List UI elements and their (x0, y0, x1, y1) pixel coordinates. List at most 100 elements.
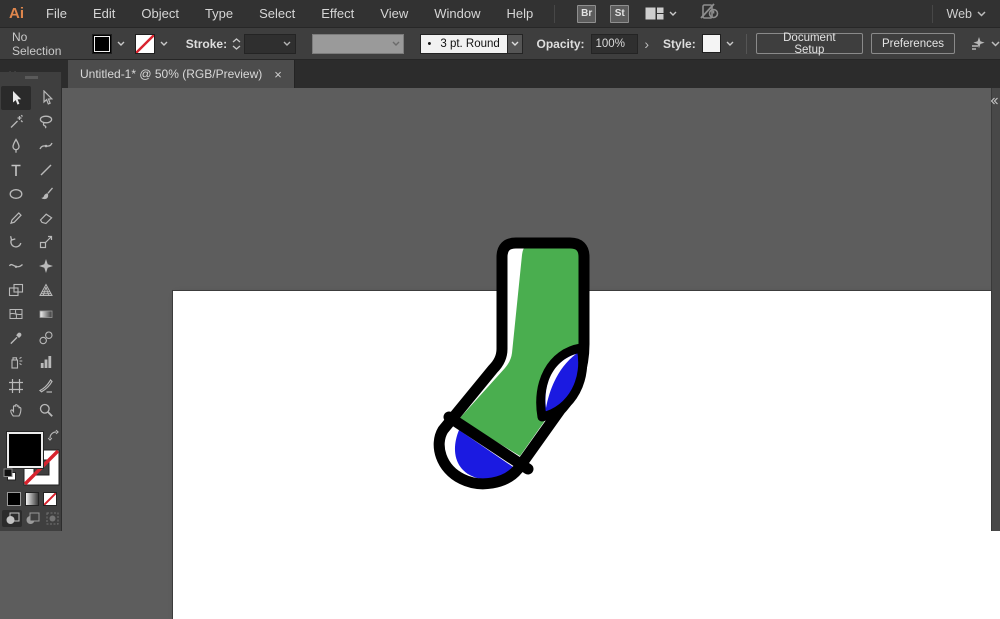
artboard-tool[interactable] (1, 374, 31, 398)
workspace-switcher[interactable]: Web (924, 5, 986, 23)
mesh-tool[interactable] (1, 302, 31, 326)
document-tab-bar: Untitled-1* @ 50% (RGB/Preview) × (0, 60, 1000, 88)
perspective-grid-tool[interactable] (31, 278, 61, 302)
touch-cursor-icon (969, 36, 986, 52)
draw-inside-button[interactable] (42, 510, 62, 527)
document-setup-button[interactable]: Document Setup (756, 33, 863, 54)
chevron-down-icon (991, 41, 1000, 47)
device-preview-icon[interactable] (699, 3, 721, 25)
control-bar: No Selection Stroke: • 3 pt. Round (0, 28, 1000, 60)
magic-wand-tool[interactable] (1, 110, 31, 134)
divider (932, 5, 933, 23)
free-transform-tool[interactable] (31, 254, 61, 278)
shaper-tool[interactable] (1, 206, 31, 230)
chevron-down-icon (117, 41, 125, 46)
illustrator-logo: Ai (9, 5, 24, 22)
menu-effect[interactable]: Effect (308, 0, 367, 28)
paintbrush-tool[interactable] (31, 182, 61, 206)
slice-tool[interactable] (31, 374, 61, 398)
pen-tool[interactable] (1, 134, 31, 158)
hand-tool[interactable] (1, 398, 31, 422)
document-tab-title: Untitled-1* @ 50% (RGB/Preview) (80, 67, 262, 81)
menu-view[interactable]: View (367, 0, 421, 28)
stroke-color-control[interactable] (135, 34, 168, 54)
panel-dock-edge[interactable] (991, 88, 1000, 531)
shape-builder-tool[interactable] (1, 278, 31, 302)
draw-normal-button[interactable] (2, 510, 22, 527)
fill-color-swatch[interactable] (92, 34, 112, 54)
tools-panel (0, 72, 62, 531)
direct-selection-tool[interactable] (31, 86, 61, 110)
width-tool[interactable] (1, 254, 31, 278)
gradient-tool[interactable] (31, 302, 61, 326)
draw-behind-button[interactable] (22, 510, 42, 527)
touch-cursor-control[interactable] (969, 36, 1000, 52)
ellipse-tool[interactable] (1, 182, 31, 206)
symbol-sprayer-tool[interactable] (1, 350, 31, 374)
menu-help[interactable]: Help (493, 0, 546, 28)
arrange-documents-button[interactable] (645, 7, 677, 20)
column-graph-tool[interactable] (31, 350, 61, 374)
menu-edit[interactable]: Edit (80, 0, 128, 28)
none-mode-button[interactable] (43, 492, 57, 506)
default-fill-stroke-icon[interactable] (3, 468, 17, 486)
opacity-label: Opacity: (537, 37, 585, 51)
sock-artwork[interactable] (425, 230, 605, 495)
style-label: Style: (663, 37, 696, 51)
opacity-panel-arrow[interactable]: › (644, 36, 649, 52)
stroke-weight-label: Stroke: (186, 37, 227, 51)
selection-status: No Selection (12, 30, 80, 58)
preferences-button[interactable]: Preferences (871, 33, 955, 54)
fill-swatch[interactable] (7, 432, 43, 468)
menu-window[interactable]: Window (421, 0, 493, 28)
stroke-color-swatch[interactable] (135, 34, 155, 54)
brush-bullet: • (428, 38, 432, 50)
stroke-weight-select[interactable] (244, 34, 296, 54)
variable-width-profile-select[interactable] (312, 34, 404, 54)
opacity-input[interactable]: 100% (591, 34, 639, 54)
gradient-mode-button[interactable] (25, 492, 39, 506)
menu-select[interactable]: Select (246, 0, 308, 28)
eyedropper-tool[interactable] (1, 326, 31, 350)
menu-bar: Ai File Edit Object Type Select Effect V… (0, 0, 1000, 28)
menu-file[interactable]: File (33, 0, 80, 28)
divider (746, 34, 747, 54)
color-mode-button[interactable] (7, 492, 21, 506)
graphic-style-swatch[interactable] (702, 34, 721, 53)
workspace-label: Web (947, 7, 972, 21)
bridge-button[interactable]: Br (577, 5, 596, 23)
stroke-weight-stepper[interactable] (232, 38, 241, 50)
draw-modes (2, 510, 62, 527)
eraser-tool[interactable] (31, 206, 61, 230)
document-tab[interactable]: Untitled-1* @ 50% (RGB/Preview) × (68, 60, 295, 88)
rotate-tool[interactable] (1, 230, 31, 254)
menu-type[interactable]: Type (192, 0, 246, 28)
swap-fill-stroke-icon[interactable] (47, 429, 60, 447)
chevron-down-icon (977, 11, 986, 17)
scale-tool[interactable] (31, 230, 61, 254)
type-tool[interactable] (1, 158, 31, 182)
selection-tool[interactable] (1, 86, 31, 110)
dock-expand-icon[interactable] (991, 92, 999, 110)
chevron-down-icon (669, 11, 677, 16)
arrange-documents-icon (645, 7, 664, 20)
divider (554, 5, 555, 23)
curvature-tool[interactable] (31, 134, 61, 158)
brush-definition-select[interactable]: • 3 pt. Round (420, 34, 523, 54)
tab-close-icon[interactable]: × (274, 68, 282, 81)
chevron-down-icon (508, 34, 523, 54)
line-segment-tool[interactable] (31, 158, 61, 182)
menu-object[interactable]: Object (128, 0, 192, 28)
opacity-value: 100% (596, 38, 625, 50)
zoom-tool[interactable] (31, 398, 61, 422)
stock-button[interactable]: St (610, 5, 629, 23)
blend-tool[interactable] (31, 326, 61, 350)
chevron-down-icon (160, 41, 168, 46)
fill-color-control[interactable] (92, 34, 125, 54)
lasso-tool[interactable] (31, 110, 61, 134)
chevron-down-icon (726, 41, 734, 46)
tools-grid (1, 86, 61, 422)
brush-value: 3 pt. Round (440, 38, 499, 50)
panel-drag-handle[interactable] (25, 76, 38, 79)
graphic-style-select[interactable] (702, 34, 734, 53)
